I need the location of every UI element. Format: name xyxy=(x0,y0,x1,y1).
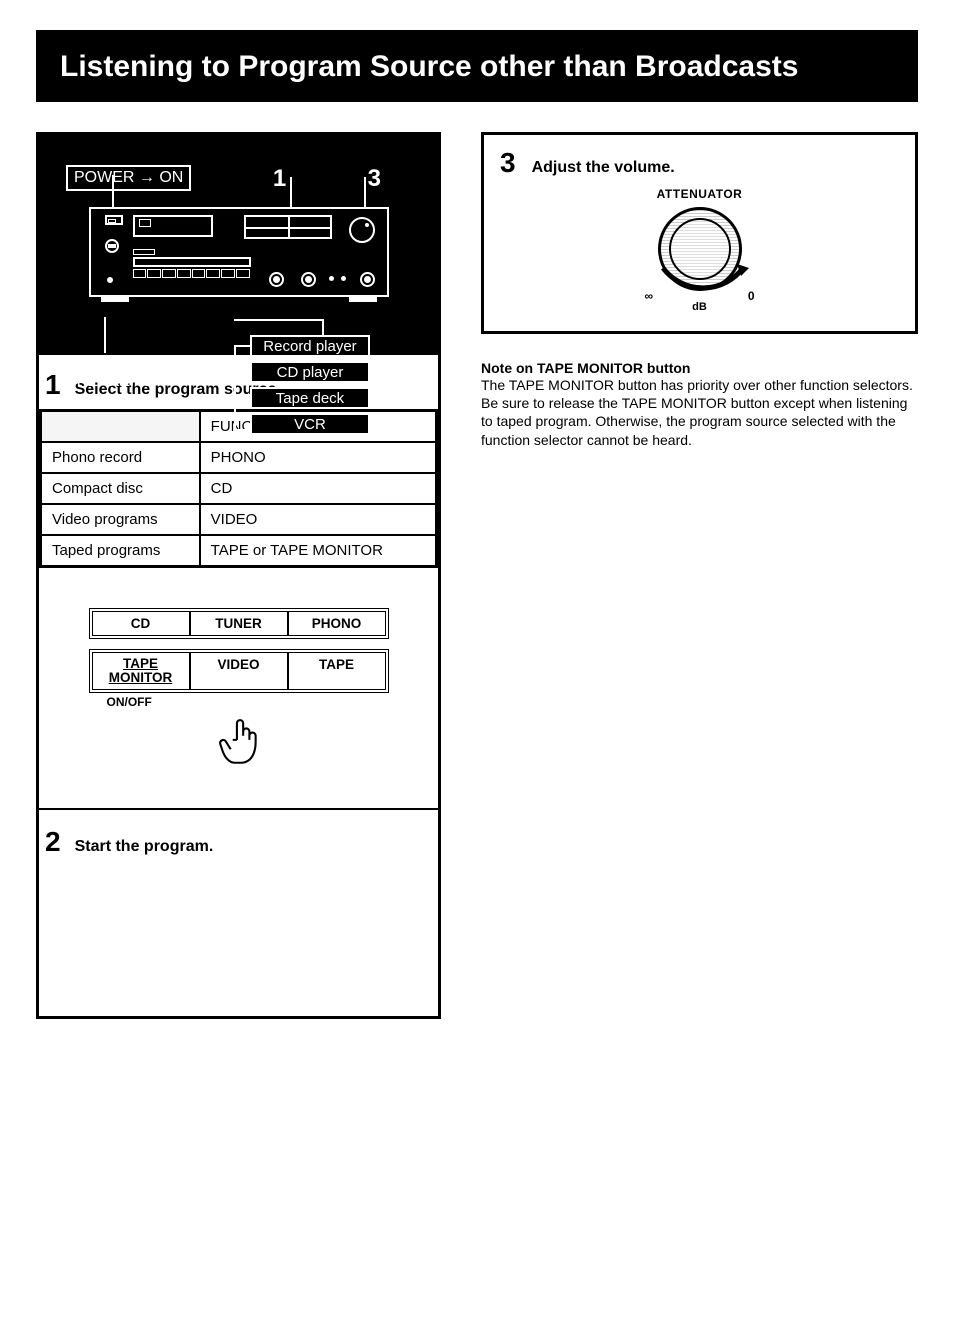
step-1-number: 1 xyxy=(45,369,61,401)
function-tuner-button[interactable]: TUNER xyxy=(191,612,289,635)
function-tape-monitor-button[interactable]: TAPEMONITOR xyxy=(93,653,191,689)
step-2-text: Start the program. xyxy=(75,838,214,856)
table-row: Phono recordPHONO xyxy=(41,442,437,473)
receiver-diagram: POWER → ON 1 3 xyxy=(39,132,438,355)
page-title: Listening to Program Source other than B… xyxy=(36,30,918,102)
receiver-unit-illustration xyxy=(89,207,389,297)
volume-knob-icon[interactable] xyxy=(658,207,742,291)
table-row: Taped programsTAPE or TAPE MONITOR xyxy=(41,535,437,567)
note-body: The TAPE MONITOR button has priority ove… xyxy=(481,376,918,449)
function-tape-button[interactable]: TAPE xyxy=(289,653,385,689)
table-row: Compact discCD xyxy=(41,473,437,504)
function-video-button[interactable]: VIDEO xyxy=(191,653,289,689)
function-phono-button[interactable]: PHONO xyxy=(289,612,385,635)
select-speakers-label: Select SPEAKERS xyxy=(66,353,152,391)
source-cd-player: CD player xyxy=(250,361,370,383)
power-on-label: POWER → ON xyxy=(66,165,191,191)
source-function-table: FUNCITON Phono recordPHONO Compact discC… xyxy=(39,409,438,568)
source-callout-stack: Record player CD player Tape deck VCR 2 xyxy=(250,335,370,439)
attenuator-label: ATTENUATOR xyxy=(500,187,899,201)
press-hand-icon xyxy=(89,717,389,774)
source-tape-deck: Tape deck xyxy=(250,387,370,409)
step-3-panel: 3 Adjust the volume. ATTENUATOR ∞ 0 xyxy=(481,132,918,334)
table-row: Video programsVIDEO xyxy=(41,504,437,535)
callout-number-3: 3 xyxy=(368,165,381,193)
onoff-label: ON/OFF xyxy=(89,695,389,709)
source-vcr: VCR xyxy=(250,413,370,435)
table-header-source xyxy=(41,411,200,443)
function-cd-button[interactable]: CD xyxy=(93,612,191,635)
volume-db-label: dB xyxy=(500,301,899,313)
callout-number-2: 2 xyxy=(386,373,398,399)
step-3-text: Adjust the volume. xyxy=(532,159,675,177)
step-2-number: 2 xyxy=(45,826,61,858)
source-record-player: Record player xyxy=(250,335,370,357)
note-heading: Note on TAPE MONITOR button xyxy=(481,360,918,376)
function-button-panel: CD TUNER PHONO TAPEMONITOR VIDEO TAPE ON… xyxy=(89,608,389,774)
callout-number-1: 1 xyxy=(273,165,286,193)
step-3-number: 3 xyxy=(500,147,516,179)
